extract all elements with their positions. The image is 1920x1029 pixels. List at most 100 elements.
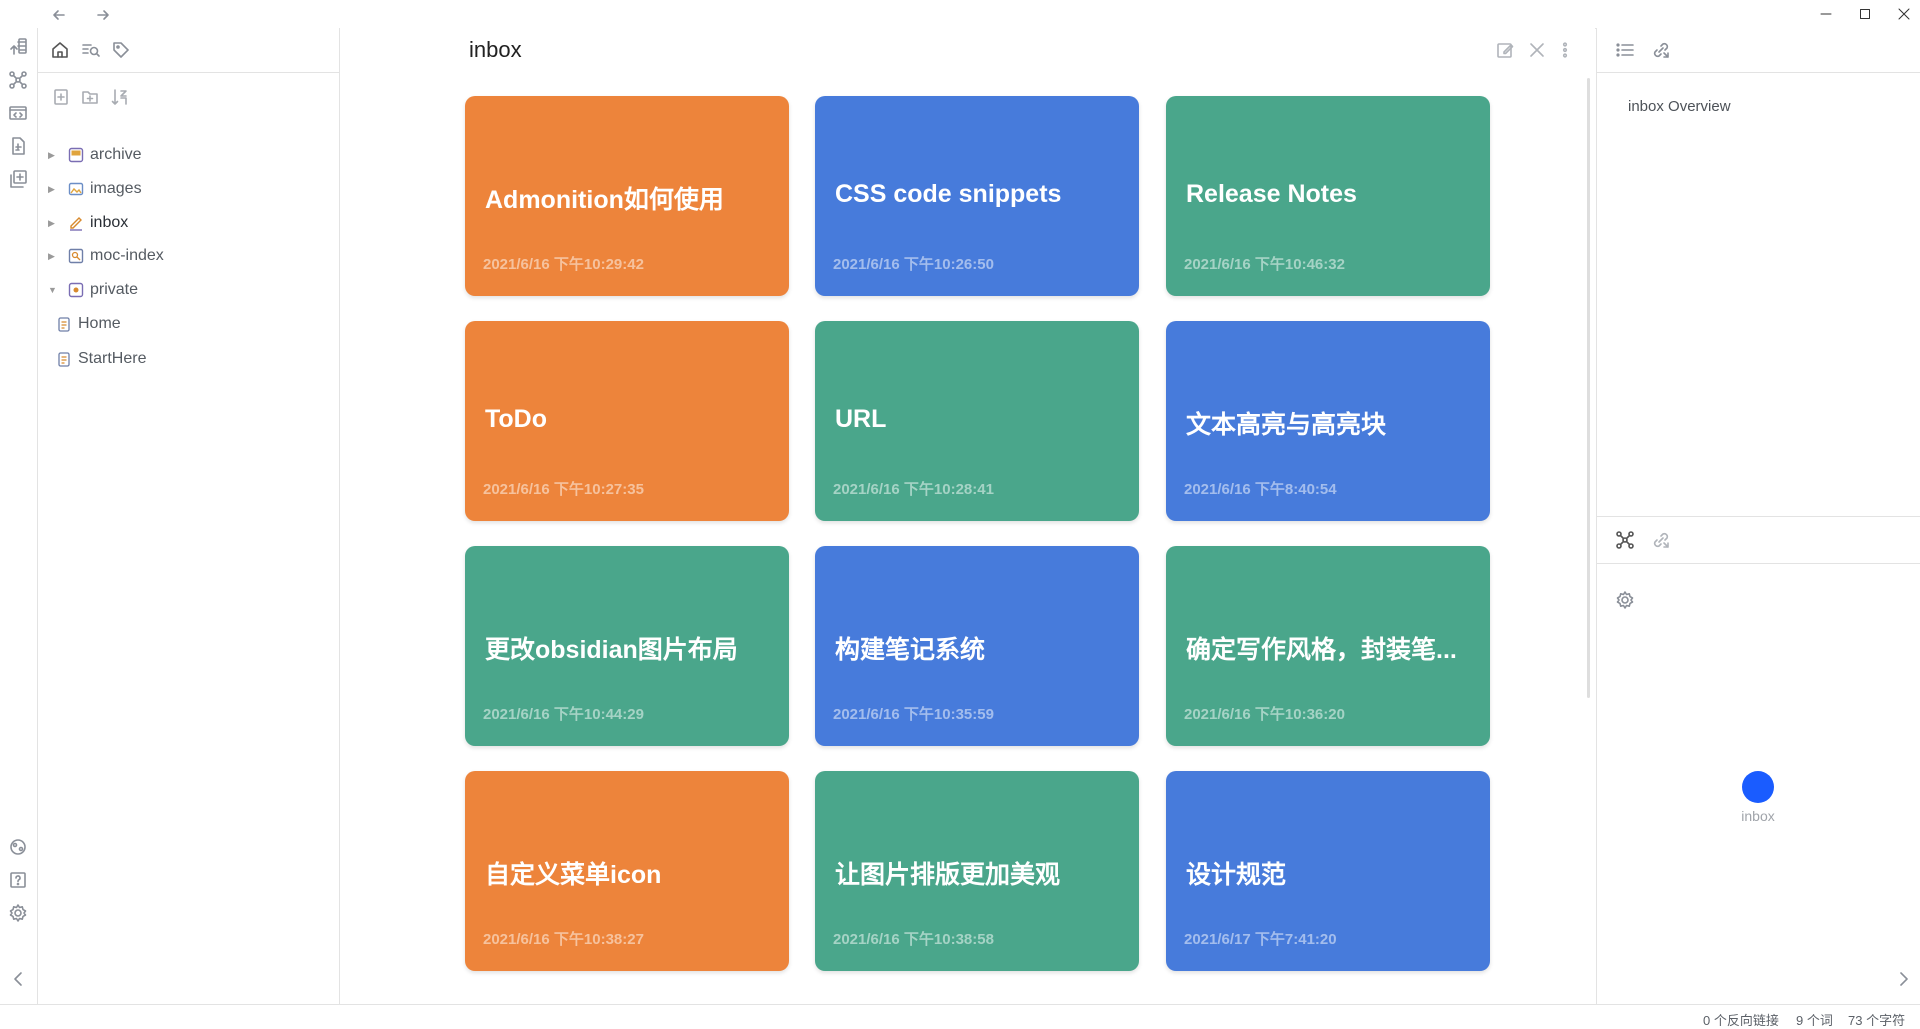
card-date: 2021/6/16 下午10:38:58 — [833, 931, 994, 948]
sort-icon[interactable] — [109, 86, 131, 108]
daily-note-icon[interactable] — [7, 135, 29, 157]
word-count: 9 个词 — [1796, 1013, 1833, 1028]
card-date: 2021/6/16 下午10:26:50 — [833, 256, 994, 273]
new-folder-icon[interactable] — [79, 86, 101, 108]
file-label: Home — [78, 315, 121, 332]
view-title: inbox — [469, 37, 522, 62]
file-home[interactable]: Home — [56, 310, 336, 338]
card-title: 更改obsidian图片布局 — [485, 636, 738, 664]
left-sidebar-tabs — [38, 28, 339, 73]
home-icon[interactable] — [49, 39, 71, 61]
folder-label: moc-index — [90, 247, 164, 264]
maximize-icon[interactable] — [1845, 2, 1885, 26]
switcher-icon[interactable] — [7, 36, 29, 58]
card-title: 自定义菜单icon — [485, 861, 662, 889]
outline-icon[interactable] — [1614, 39, 1636, 61]
edit-icon[interactable] — [1494, 39, 1516, 61]
note-card[interactable]: Release Notes 2021/6/16 下午10:46:32 — [1166, 96, 1490, 296]
outline-item[interactable]: inbox Overview — [1628, 98, 1731, 115]
new-note-icon[interactable] — [50, 86, 72, 108]
note-card[interactable]: 文本高亮与高亮块 2021/6/16 下午8:40:54 — [1166, 321, 1490, 521]
backlinks-count[interactable]: 0 个反向链接 — [1703, 1010, 1779, 1029]
arrow-right-icon[interactable] — [92, 4, 114, 26]
arrow-left-icon[interactable] — [48, 4, 70, 26]
note-card[interactable]: URL 2021/6/16 下午10:28:41 — [815, 321, 1139, 521]
note-card[interactable]: 设计规范 2021/6/17 下午7:41:20 — [1166, 771, 1490, 971]
note-card[interactable]: CSS code snippets 2021/6/16 下午10:26:50 — [815, 96, 1139, 296]
card-date: 2021/6/16 下午10:38:27 — [483, 931, 644, 948]
right-sidebar: inbox Overview inbox — [1596, 28, 1920, 1004]
note-card[interactable]: 确定写作风格，封装笔... 2021/6/16 下午10:36:20 — [1166, 546, 1490, 746]
local-graph-icon[interactable] — [1614, 529, 1636, 551]
main-view: inbox Admonition如何使用 2021/6/16 下午10:29:4… — [340, 28, 1595, 1004]
card-date: 2021/6/16 下午10:27:35 — [483, 481, 644, 498]
card-title: 让图片排版更加美观 — [835, 861, 1061, 889]
help-icon[interactable] — [7, 869, 29, 891]
chevron-right-icon[interactable]: ▶ — [48, 184, 62, 195]
card-date: 2021/6/16 下午10:28:41 — [833, 481, 994, 498]
new-note-icon[interactable] — [7, 168, 29, 190]
folder-label: private — [90, 281, 139, 298]
note-card[interactable]: 自定义菜单icon 2021/6/16 下午10:38:27 — [465, 771, 789, 971]
card-date: 2021/6/16 下午10:29:42 — [483, 256, 644, 273]
card-title: CSS code snippets — [835, 180, 1062, 208]
chevron-right-icon[interactable]: ▶ — [48, 218, 62, 229]
file-icon — [58, 352, 70, 367]
note-card[interactable]: ToDo 2021/6/16 下午10:27:35 — [465, 321, 789, 521]
chevron-right-icon[interactable]: ▶ — [48, 150, 62, 161]
folder-images[interactable]: ▶ images — [48, 175, 328, 203]
file-icon — [58, 317, 70, 332]
chevron-right-icon[interactable] — [1893, 968, 1915, 990]
title-bar — [0, 0, 1920, 29]
card-title: Release Notes — [1186, 180, 1357, 208]
note-card[interactable]: 构建笔记系统 2021/6/16 下午10:35:59 — [815, 546, 1139, 746]
card-title: 设计规范 — [1186, 861, 1287, 889]
folder-private[interactable]: ▼ private — [48, 276, 328, 304]
folder-label: archive — [90, 146, 142, 163]
card-date: 2021/6/16 下午10:46:32 — [1184, 256, 1345, 273]
note-card[interactable]: Admonition如何使用 2021/6/16 下午10:29:42 — [465, 96, 789, 296]
file-label: StartHere — [78, 350, 147, 367]
folder-moc-index[interactable]: ▶ moc-index — [48, 242, 328, 270]
scrollbar[interactable] — [1587, 78, 1590, 698]
file-starthere[interactable]: StartHere — [56, 345, 336, 373]
card-title: URL — [835, 405, 887, 433]
folder-inbox[interactable]: ▶ inbox — [48, 209, 328, 237]
card-title: 确定写作风格，封装笔... — [1186, 636, 1457, 664]
close-icon[interactable] — [1526, 39, 1548, 61]
settings-icon[interactable] — [7, 902, 29, 924]
status-bar: 0 个反向链接 9 个词 73 个字符 — [0, 1004, 1920, 1029]
folder-icon — [70, 217, 82, 231]
note-card[interactable]: 让图片排版更加美观 2021/6/16 下午10:38:58 — [815, 771, 1139, 971]
folder-icon — [68, 282, 84, 298]
chevron-right-icon[interactable]: ▶ — [48, 251, 62, 262]
card-title: ToDo — [485, 405, 548, 433]
folder-label: images — [90, 180, 142, 197]
minimize-icon[interactable] — [1806, 2, 1846, 26]
templates-icon[interactable] — [7, 102, 29, 124]
card-date: 2021/6/16 下午10:44:29 — [483, 706, 644, 723]
link-icon[interactable] — [1650, 529, 1672, 551]
note-card[interactable]: 更改obsidian图片布局 2021/6/16 下午10:44:29 — [465, 546, 789, 746]
tag-icon[interactable] — [110, 39, 132, 61]
vault-icon[interactable] — [7, 836, 29, 858]
card-date: 2021/6/16 下午10:35:59 — [833, 706, 994, 723]
right-sidebar-bottom-tabs — [1597, 516, 1920, 564]
search-icon[interactable] — [80, 39, 102, 61]
ribbon — [0, 28, 38, 1004]
folder-icon — [68, 182, 84, 196]
more-options-icon[interactable] — [1554, 39, 1576, 61]
card-title: 构建笔记系统 — [835, 636, 986, 664]
close-icon[interactable] — [1884, 2, 1920, 26]
chevron-down-icon[interactable]: ▼ — [48, 285, 62, 295]
folder-icon — [68, 147, 84, 163]
graph-node[interactable] — [1742, 771, 1774, 803]
folder-archive[interactable]: ▶ archive — [48, 141, 328, 169]
link-icon[interactable] — [1650, 39, 1672, 61]
folder-label: inbox — [90, 214, 129, 231]
settings-icon[interactable] — [1614, 589, 1636, 611]
graph-icon[interactable] — [7, 69, 29, 91]
character-count: 73 个字符 — [1848, 1013, 1906, 1028]
card-title: 文本高亮与高亮块 — [1186, 411, 1387, 439]
collapse-left-icon[interactable] — [7, 968, 29, 990]
